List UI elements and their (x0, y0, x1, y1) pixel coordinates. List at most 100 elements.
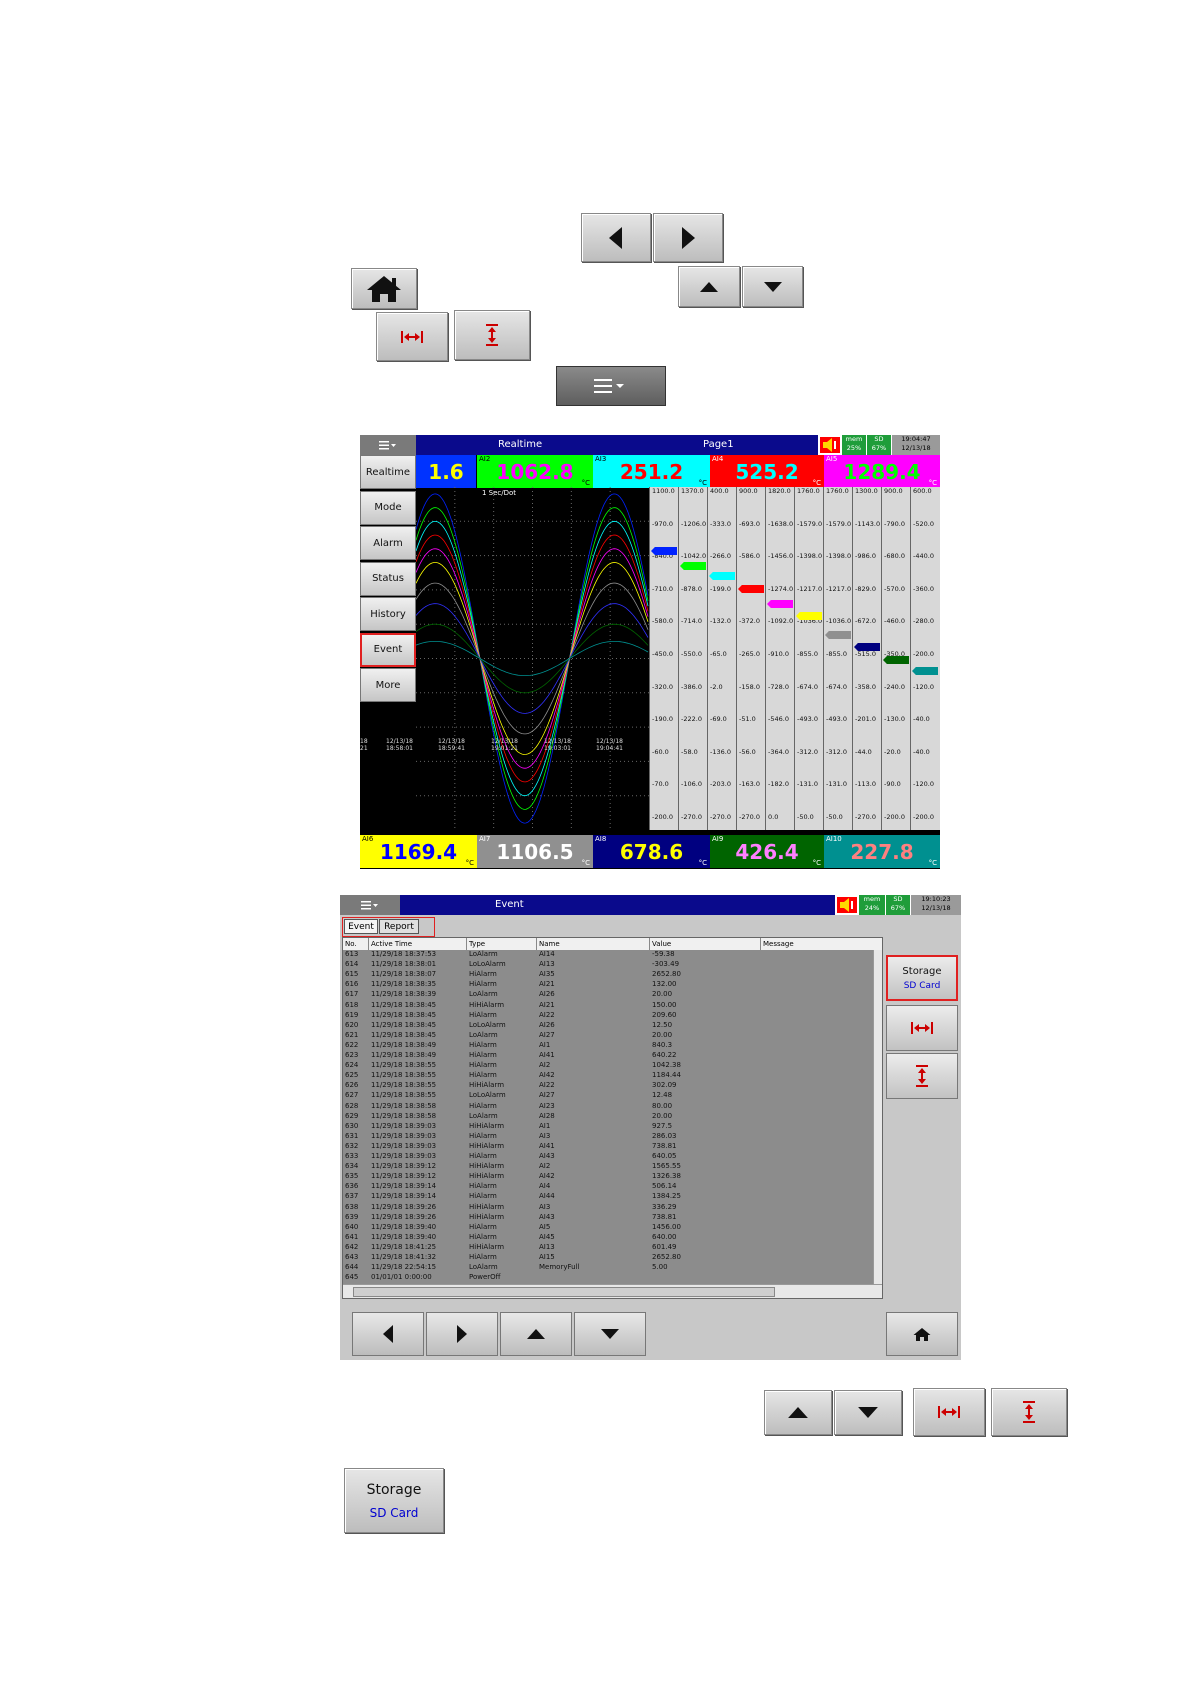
sidebar-item-history[interactable]: History (360, 597, 416, 631)
horizontal-zoom-button[interactable] (886, 1005, 958, 1051)
table-row[interactable]: 625 11/29/18 18:38:55 HiAlarm AI42 1184.44 (343, 1071, 873, 1081)
channel-unit: °C (928, 859, 937, 867)
speaker-icon[interactable] (837, 897, 857, 913)
vertical-zoom-button[interactable] (454, 310, 530, 360)
vertical-scrollbar[interactable] (873, 950, 882, 1284)
table-row[interactable]: 621 11/29/18 18:38:45 LoAlarm AI27 20.00 (343, 1031, 873, 1041)
event-table: No. Active Time Type Name Value Message … (342, 937, 883, 1299)
table-cell: AI21 (539, 980, 555, 989)
table-cell: 20.00 (652, 1111, 673, 1120)
sidebar-item-event[interactable]: Event (360, 632, 416, 667)
table-row[interactable]: 623 11/29/18 18:38:49 HiAlarm AI41 640.22 (343, 1051, 873, 1061)
sidebar-item-mode[interactable]: Mode (360, 490, 416, 525)
table-cell: 641 (345, 1232, 359, 1241)
col-active-time[interactable]: Active Time (371, 940, 412, 948)
table-row[interactable]: 627 11/29/18 18:38:55 LoLoAlarm AI27 12.48 (343, 1091, 873, 1101)
memory-indicator: mem 25% (842, 435, 866, 455)
scale-label: -360.0 (913, 584, 934, 593)
tab-report[interactable]: Report (379, 919, 419, 934)
table-cell: 12.48 (652, 1091, 673, 1100)
up-arrow-button[interactable] (678, 266, 740, 307)
table-row[interactable]: 615 11/29/18 18:38:07 HiAlarm AI35 2652.80 (343, 970, 873, 980)
menu-button[interactable] (556, 366, 666, 406)
table-row[interactable]: 632 11/29/18 18:39:03 HiHiAlarm AI41 738.81 (343, 1142, 873, 1152)
scale-label: -266.0 (710, 552, 731, 561)
scale-label: 900.0 (884, 487, 903, 495)
table-row[interactable]: 613 11/29/18 18:37:53 LoAlarm AI14 -59.38 (343, 950, 873, 960)
sidebar-item-realtime[interactable]: Realtime (360, 455, 416, 489)
col-value[interactable]: Value (652, 940, 671, 948)
table-row[interactable]: 619 11/29/18 18:38:45 HiAlarm AI22 209.60 (343, 1011, 873, 1021)
tab-event[interactable]: Event (344, 919, 378, 934)
table-row[interactable]: 634 11/29/18 18:39:12 HiHiAlarm AI2 1565.55 (343, 1162, 873, 1172)
table-row[interactable]: 635 11/29/18 18:39:12 HiHiAlarm AI42 1326.38 (343, 1172, 873, 1182)
right-arrow-button[interactable] (653, 213, 723, 262)
table-row[interactable]: 631 11/29/18 18:39:03 HiAlarm AI3 286.03 (343, 1132, 873, 1142)
col-message[interactable]: Message (763, 940, 794, 948)
table-row[interactable]: 629 11/29/18 18:38:58 LoAlarm AI28 20.00 (343, 1112, 873, 1122)
channel-value: 1062.8 (496, 459, 574, 484)
sidebar-item-status[interactable]: Status (360, 561, 416, 596)
table-row[interactable]: 626 11/29/18 18:38:55 HiHiAlarm AI22 302.09 (343, 1081, 873, 1091)
table-row[interactable]: 628 11/29/18 18:38:58 HiAlarm AI23 80.00 (343, 1102, 873, 1112)
table-row[interactable]: 633 11/29/18 18:39:03 HiAlarm AI43 640.05 (343, 1152, 873, 1162)
table-cell: 628 (345, 1101, 359, 1110)
up-arrow-button[interactable] (764, 1390, 832, 1435)
table-cell: 11/29/18 18:41:32 (371, 1253, 437, 1261)
storage-button[interactable]: Storage SD Card (886, 955, 958, 1001)
table-cell: 1184.44 (652, 1071, 681, 1080)
top-value-ai2: AI2 1062.8 °C (477, 455, 593, 488)
left-arrow-button[interactable] (352, 1312, 424, 1356)
table-row[interactable]: 645 01/01/01 0:00:00 PowerOff (343, 1273, 873, 1283)
up-arrow-button[interactable] (500, 1312, 572, 1356)
table-row[interactable]: 618 11/29/18 18:38:45 HiHiAlarm AI21 150.00 (343, 1001, 873, 1011)
table-row[interactable]: 643 11/29/18 18:41:32 HiAlarm AI15 2652.80 (343, 1253, 873, 1263)
table-cell: AI23 (539, 1101, 555, 1110)
table-row[interactable]: 637 11/29/18 18:39:14 HiAlarm AI44 1384.25 (343, 1192, 873, 1202)
horizontal-zoom-button[interactable] (376, 312, 448, 361)
table-cell: 633 (345, 1152, 359, 1160)
table-row[interactable]: 640 11/29/18 18:39:40 HiAlarm AI5 1456.00 (343, 1223, 873, 1233)
table-row[interactable]: 642 11/29/18 18:41:25 HiHiAlarm AI13 601.49 (343, 1243, 873, 1253)
horizontal-scrollbar[interactable] (343, 1284, 882, 1298)
down-arrow-button[interactable] (834, 1390, 902, 1435)
screen-menu-button[interactable] (360, 435, 416, 455)
col-name[interactable]: Name (539, 940, 560, 948)
table-cell: LoAlarm (469, 950, 498, 958)
left-arrow-button[interactable] (581, 213, 651, 262)
table-cell: 621 (345, 1030, 359, 1039)
table-row[interactable]: 614 11/29/18 18:38:01 LoLoAlarm AI13 -303.49 (343, 960, 873, 970)
table-row[interactable]: 616 11/29/18 18:38:35 HiAlarm AI21 132.00 (343, 980, 873, 990)
table-row[interactable]: 639 11/29/18 18:39:26 HiHiAlarm AI43 738.81 (343, 1213, 873, 1223)
table-row[interactable]: 644 11/29/18 22:54:15 LoAlarm MemoryFull 5.0… (343, 1263, 873, 1273)
speaker-icon[interactable] (820, 437, 840, 453)
table-row[interactable]: 641 11/29/18 18:39:40 HiAlarm AI45 640.00 (343, 1233, 873, 1243)
table-cell: 11/29/18 18:38:55 (371, 1071, 437, 1080)
scale-label: -364.0 (768, 747, 789, 756)
table-row[interactable]: 620 11/29/18 18:38:45 LoLoAlarm AI26 12.50 (343, 1021, 873, 1031)
down-arrow-button[interactable] (742, 266, 803, 307)
home-button[interactable] (351, 268, 417, 309)
scale-label: -44.0 (855, 747, 872, 756)
col-type[interactable]: Type (469, 940, 485, 948)
vertical-zoom-button[interactable] (886, 1053, 958, 1099)
table-row[interactable]: 617 11/29/18 18:38:39 LoAlarm AI26 20.00 (343, 990, 873, 1000)
table-cell: 80.00 (652, 1101, 673, 1110)
sidebar-item-alarm[interactable]: Alarm (360, 526, 416, 560)
table-row[interactable]: 638 11/29/18 18:39:26 HiHiAlarm AI3 336.29 (343, 1203, 873, 1213)
vertical-zoom-button[interactable] (991, 1388, 1067, 1436)
table-row[interactable]: 622 11/29/18 18:38:49 HiAlarm AI1 840.3 (343, 1041, 873, 1051)
table-cell: 640.22 (652, 1051, 677, 1059)
sidebar-item-more[interactable]: More (360, 668, 416, 702)
storage-button[interactable]: Storage SD Card (344, 1468, 444, 1533)
table-row[interactable]: 636 11/29/18 18:39:14 HiAlarm AI4 506.14 (343, 1182, 873, 1192)
scroll-thumb[interactable] (353, 1287, 775, 1297)
table-row[interactable]: 624 11/29/18 18:38:55 HiAlarm AI2 1042.38 (343, 1061, 873, 1071)
home-button[interactable] (886, 1312, 958, 1356)
down-arrow-button[interactable] (574, 1312, 646, 1356)
horizontal-zoom-button[interactable] (913, 1388, 985, 1436)
screen-menu-button[interactable] (340, 895, 400, 915)
table-row[interactable]: 630 11/29/18 18:39:03 HiHiAlarm AI1 927.5 (343, 1122, 873, 1132)
col-no[interactable]: No. (345, 940, 357, 948)
right-arrow-button[interactable] (426, 1312, 498, 1356)
